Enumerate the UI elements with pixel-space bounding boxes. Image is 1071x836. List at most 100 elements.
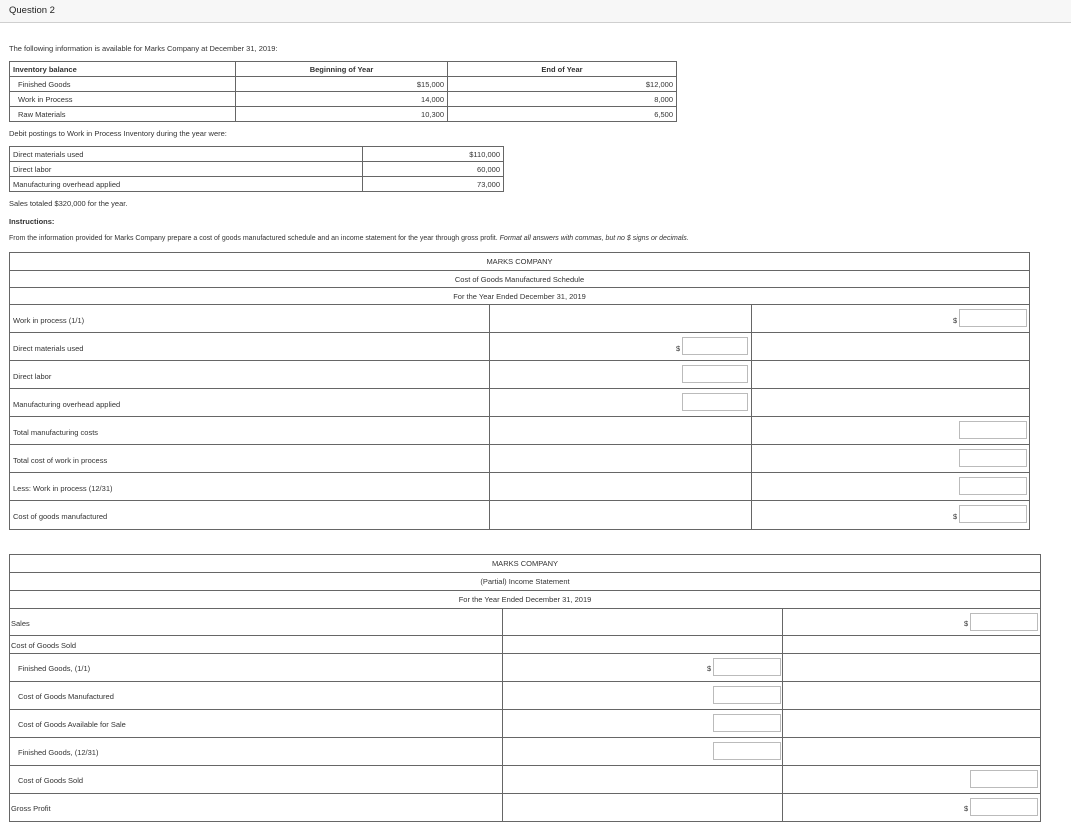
table-row: Cost of Goods Sold (10, 635, 1040, 654)
income-cell-divider (782, 710, 783, 738)
instructions-text: From the information provided for Marks … (9, 235, 689, 242)
cogm-cell-divider (489, 473, 490, 501)
cogm-title-row: Cost of Goods Manufactured Schedule (10, 270, 1029, 288)
income-cell-divider (782, 636, 783, 654)
table-row: Cost of Goods Manufactured (10, 681, 1040, 710)
cogm-cost-of-goods-manufactured-input[interactable] (959, 505, 1027, 523)
income-fg-beginning-input[interactable] (713, 658, 781, 676)
table-row: Cost of goods manufactured $ (10, 500, 1029, 529)
cogm-direct-materials-input[interactable] (682, 337, 748, 355)
cogm-overhead-input[interactable] (682, 393, 748, 411)
income-row-label: Cost of Goods Sold (18, 776, 84, 785)
income-cell-divider (782, 654, 783, 682)
inventory-row-label: Work in Process (9, 91, 236, 107)
inventory-row-end: $12,000 (447, 76, 677, 92)
income-cell-divider (502, 738, 503, 766)
cogm-cell-divider (489, 305, 490, 333)
cogm-row-label: Total cost of work in process (13, 456, 108, 465)
income-goods-available-input[interactable] (713, 714, 781, 732)
cogm-row-label: Manufacturing overhead applied (13, 400, 121, 409)
income-cell-divider (782, 609, 783, 636)
dollar-sign: $ (953, 316, 958, 325)
cogm-cell-divider (489, 445, 490, 473)
income-cell-divider (502, 636, 503, 654)
income-row-label: Cost of Goods Sold (11, 641, 77, 650)
dollar-sign: $ (964, 619, 969, 628)
table-row: Finished Goods, (1/1) $ (10, 653, 1040, 682)
inventory-row-begin: 14,000 (235, 91, 448, 107)
income-title: (Partial) Income Statement (480, 577, 570, 586)
instructions-format-note: Format all answers with commas, but no $… (499, 235, 689, 242)
debit-label: Direct labor (9, 161, 363, 177)
table-row: Gross Profit $ (10, 793, 1040, 821)
income-row-label: Gross Profit (11, 804, 51, 813)
table-row: Direct materials used $ (10, 332, 1029, 361)
income-row-label: Cost of Goods Manufactured (18, 692, 114, 701)
income-statement: MARKS COMPANY (Partial) Income Statement… (9, 554, 1041, 822)
inventory-row-label: Finished Goods (9, 76, 236, 92)
inventory-row-end: 8,000 (447, 91, 677, 107)
debit-value: $110,000 (362, 146, 504, 162)
inventory-header-label: Inventory balance (9, 61, 236, 77)
income-company: MARKS COMPANY (491, 559, 559, 568)
income-gross-profit-input[interactable] (970, 798, 1038, 816)
inventory-row-begin: $15,000 (235, 76, 448, 92)
cogm-total-wip-input[interactable] (959, 449, 1027, 467)
table-row: Cost of Goods Sold (10, 765, 1040, 794)
cogm-row-label: Less: Work in process (12/31) (13, 484, 113, 493)
cogm-cell-divider (751, 473, 752, 501)
cogm-cell-divider (751, 333, 752, 361)
income-cell-divider (502, 682, 503, 710)
cogm-cell-divider (751, 389, 752, 417)
cogm-row-label: Work in process (1/1) (13, 316, 85, 325)
cogm-row-label: Total manufacturing costs (13, 428, 99, 437)
income-cell-divider (502, 654, 503, 682)
income-sales-input[interactable] (970, 613, 1038, 631)
income-row-label: Cost of Goods Available for Sale (18, 720, 126, 729)
inventory-row-end: 6,500 (447, 106, 677, 122)
income-cell-divider (782, 766, 783, 794)
cogm-period: For the Year Ended December 31, 2019 (453, 292, 586, 301)
cogm-cell-divider (751, 361, 752, 389)
cogm-cell-divider (489, 333, 490, 361)
income-period: For the Year Ended December 31, 2019 (458, 595, 592, 604)
cogm-direct-labor-input[interactable] (682, 365, 748, 383)
debits-table: Direct materials used $110,000 Direct la… (9, 146, 504, 192)
table-row: Sales $ (10, 608, 1040, 636)
debit-value: 60,000 (362, 161, 504, 177)
income-row-label: Sales (11, 619, 30, 628)
cogm-total-manufacturing-input[interactable] (959, 421, 1027, 439)
debit-label: Manufacturing overhead applied (9, 176, 363, 192)
debit-label: Direct materials used (9, 146, 363, 162)
dollar-sign: $ (707, 664, 712, 673)
cogm-title: Cost of Goods Manufactured Schedule (454, 275, 585, 284)
cogm-cell-divider (489, 501, 490, 529)
inventory-row-label: Raw Materials (9, 106, 236, 122)
cogm-wip-beginning-input[interactable] (959, 309, 1027, 327)
cogm-company-row: MARKS COMPANY (10, 253, 1029, 270)
income-cell-divider (502, 609, 503, 636)
income-cogs-input[interactable] (970, 770, 1038, 788)
cogm-schedule: MARKS COMPANY Cost of Goods Manufactured… (9, 252, 1030, 530)
table-row: Total manufacturing costs (10, 416, 1029, 445)
debit-value: 73,000 (362, 176, 504, 192)
income-cell-divider (782, 682, 783, 710)
question-header: Question 2 (0, 0, 1071, 23)
table-row: Finished Goods, (12/31) (10, 737, 1040, 766)
intro-text: The following information is available f… (9, 44, 278, 53)
cogm-cell-divider (751, 417, 752, 445)
inventory-header-end: End of Year (447, 61, 677, 77)
cogm-row-label: Direct materials used (13, 344, 84, 353)
inventory-row-begin: 10,300 (235, 106, 448, 122)
income-fg-ending-input[interactable] (713, 742, 781, 760)
income-cell-divider (782, 738, 783, 766)
dollar-sign: $ (953, 512, 958, 521)
cogm-period-row: For the Year Ended December 31, 2019 (10, 287, 1029, 305)
cogm-row-label: Direct labor (13, 372, 52, 381)
instructions-body: From the information provided for Marks … (9, 235, 498, 242)
question-title: Question 2 (9, 5, 55, 16)
income-row-label: Finished Goods, (1/1) (18, 664, 91, 673)
cogm-wip-ending-input[interactable] (959, 477, 1027, 495)
cogm-cell-divider (489, 417, 490, 445)
income-cogm-input[interactable] (713, 686, 781, 704)
